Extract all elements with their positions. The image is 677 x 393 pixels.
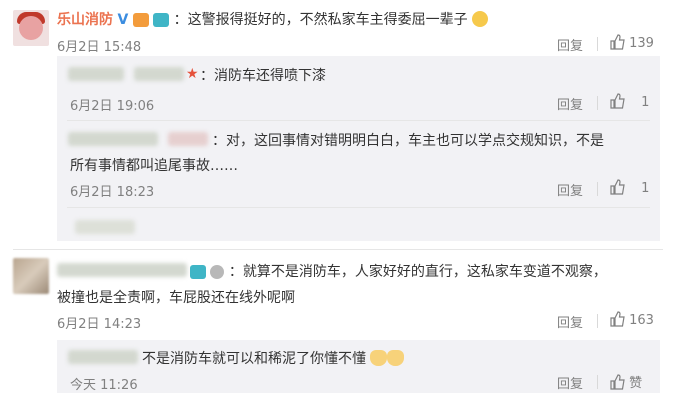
like-count: 139 [629, 36, 654, 51]
like-label: 赞 [629, 376, 643, 391]
like-count: 1 [641, 181, 650, 196]
comment-line: 乐山消防 V ：这警报得挺好的，不然私家车主得委屈一辈子 [57, 9, 489, 29]
level-badge-icon [153, 13, 170, 27]
reply-button[interactable]: 回复 [557, 180, 583, 199]
comment-time: 6月2日 15:48 [57, 40, 142, 55]
reply-text: 不是消防车就可以和稀泥了你懂不懂 [142, 351, 366, 367]
thumb-up-icon [609, 34, 625, 51]
reply-button[interactable]: 回复 [557, 35, 583, 54]
reply-button[interactable]: 回复 [557, 373, 583, 392]
like-count: 163 [629, 313, 654, 328]
cat-emoji-icon [370, 350, 388, 366]
comment-text: ：这警报得挺好的，不然私家车主得委屈一辈子 [173, 12, 468, 28]
reply-button[interactable]: 回复 [557, 312, 583, 331]
like-count: 1 [641, 95, 650, 110]
like-button[interactable]: 赞 [609, 372, 642, 391]
reply-time: 今天 11:26 [70, 378, 138, 393]
comment-line: ：就算不是消防车，人家好好的直行，这私家车变道不观察， [190, 261, 607, 281]
like-button[interactable]: 1 [609, 179, 649, 196]
comment-time: 6月2日 14:23 [57, 317, 142, 332]
reply-time: 6月2日 18:23 [70, 185, 155, 200]
thumb-up-icon [609, 374, 625, 391]
thumb-up-icon [609, 93, 625, 110]
reply-text-cont: 所有事情都叫追尾事故…… [70, 158, 238, 174]
reply-text: ：对，这回事情对错明明白白，车主也可以学点交规知识，不是 [212, 133, 604, 149]
thumb-up-icon [609, 179, 625, 196]
username-link[interactable]: 乐山消防 [57, 12, 113, 28]
verified-v-icon: V [117, 12, 129, 28]
reply-line: 不是消防车就可以和稀泥了你懂不懂 [142, 348, 405, 368]
like-button[interactable]: 1 [609, 93, 649, 110]
level-badge-icon [190, 265, 206, 279]
comment-text: ：就算不是消防车，人家好好的直行，这私家车变道不观察， [228, 264, 607, 280]
avatar[interactable] [13, 10, 49, 46]
thumb-up-icon [609, 311, 625, 328]
member-badge-icon[interactable] [132, 13, 149, 27]
like-button[interactable]: 139 [609, 34, 654, 51]
like-button[interactable]: 163 [609, 311, 654, 328]
reply-button[interactable]: 回复 [557, 94, 583, 113]
avatar[interactable] [13, 258, 49, 294]
medal-icon [210, 265, 225, 279]
smile-emoji-icon [472, 11, 489, 27]
reply-text: ：消防车还得喷下漆 [200, 68, 326, 84]
cat-emoji-icon [387, 350, 405, 366]
comment-text-cont: 被撞也是全责啊，车屁股还在线外呢啊 [57, 290, 295, 306]
star-badge-icon: ★ [186, 66, 199, 82]
reply-time: 6月2日 19:06 [70, 99, 155, 114]
